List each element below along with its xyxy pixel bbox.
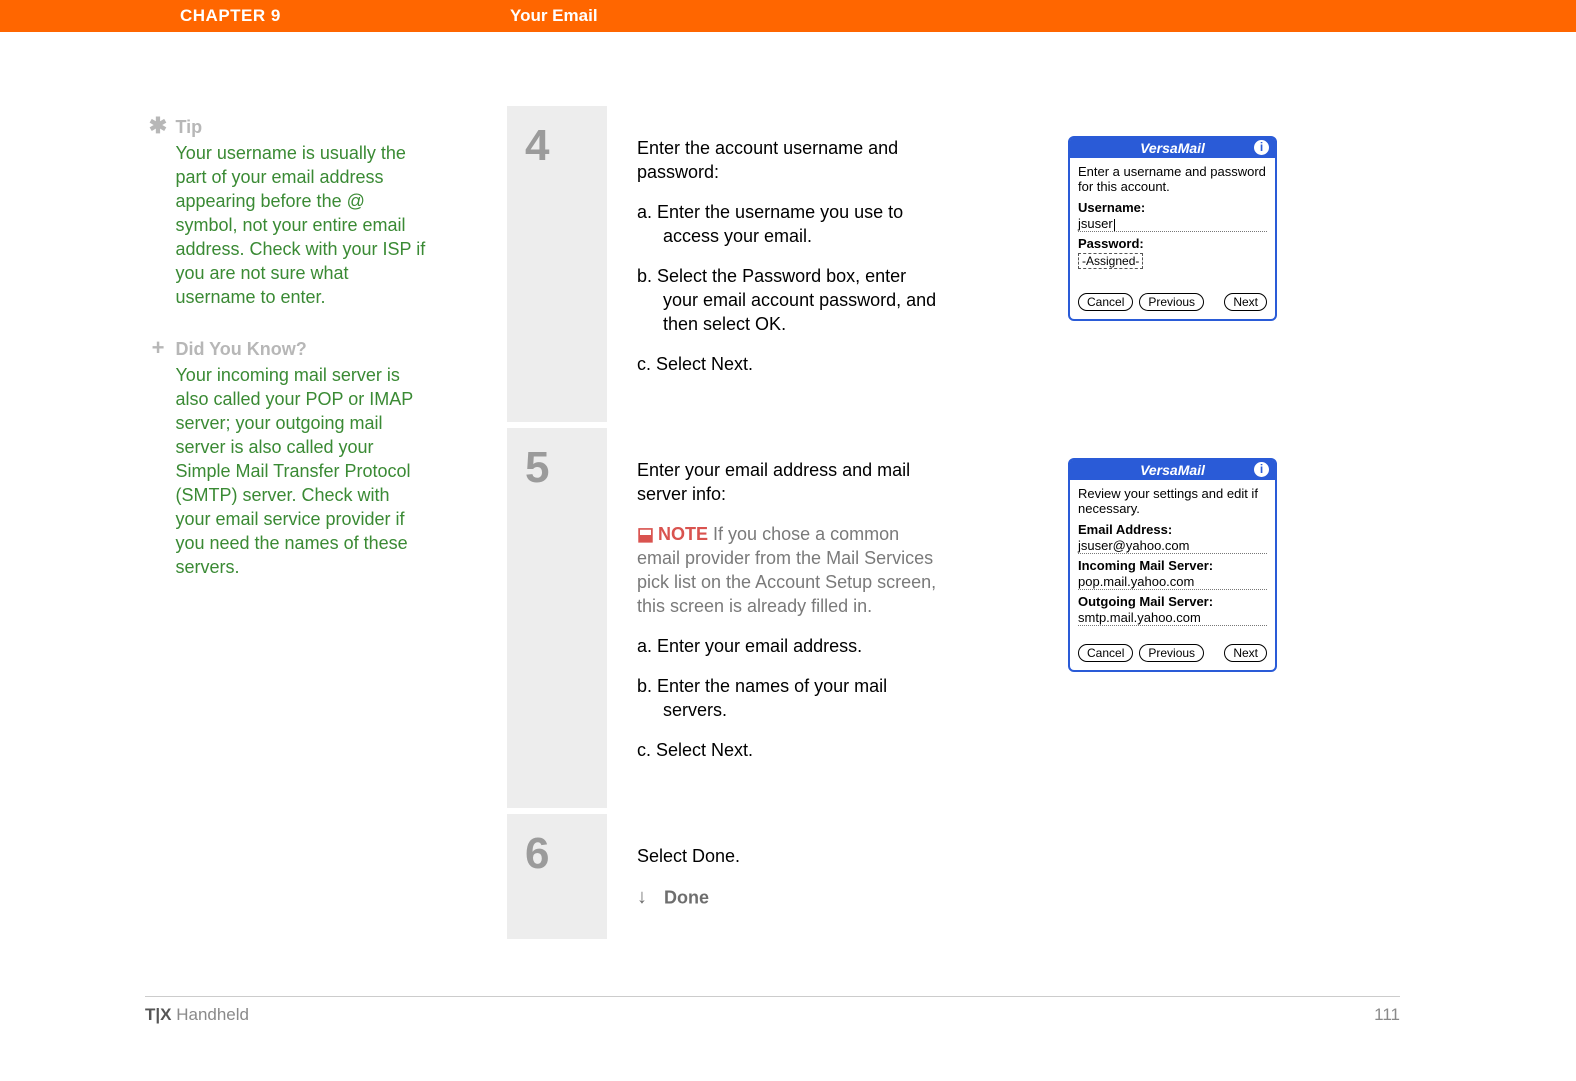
step4-lead: Enter the account username and password:	[637, 136, 937, 184]
device2-title: VersaMail	[1140, 462, 1205, 478]
step6-instructions: Select Done. ↓ Done	[637, 844, 937, 909]
username-label: Username:	[1078, 200, 1267, 215]
step-number: 6	[507, 814, 607, 879]
down-arrow-icon: ↓	[637, 885, 659, 909]
tip-heading: Tip	[175, 115, 425, 139]
sidebar: ✱ Tip Your username is usually the part …	[145, 115, 445, 607]
step-number: 4	[507, 106, 607, 171]
note-flag-icon: ⬓	[637, 524, 654, 544]
device1-title: VersaMail	[1140, 140, 1205, 156]
previous-button[interactable]: Previous	[1139, 644, 1204, 662]
next-button[interactable]: Next	[1224, 293, 1267, 311]
step4-c: c. Select Next.	[637, 352, 937, 376]
password-field[interactable]: -Assigned-	[1078, 253, 1143, 269]
done-label: Done	[664, 887, 709, 907]
step4-b: b. Select the Password box, enter your e…	[637, 264, 937, 336]
step-body: Enter your email address and mail server…	[607, 428, 1297, 808]
step-body: Enter the account username and password:…	[607, 106, 1297, 422]
device2-titlebar: VersaMail i	[1070, 460, 1275, 480]
device2-text: Review your settings and edit if necessa…	[1078, 486, 1267, 516]
didyouknow-block: + Did You Know? Your incoming mail serve…	[145, 337, 445, 579]
chapter-label: CHAPTER 9	[180, 6, 281, 26]
step4-instructions: Enter the account username and password:…	[637, 136, 937, 392]
step5-note: ⬓NOTE If you chose a common email provid…	[637, 522, 937, 618]
product-name-2: Handheld	[171, 1005, 249, 1024]
footer: T|X Handheld 111	[145, 996, 1400, 1025]
dyk-heading: Did You Know?	[175, 337, 425, 361]
cancel-button[interactable]: Cancel	[1078, 293, 1133, 311]
email-label: Email Address:	[1078, 522, 1267, 537]
info-icon: i	[1254, 462, 1269, 477]
step5-b: b. Enter the names of your mail servers.	[637, 674, 937, 722]
step-num-wrap: 6	[507, 814, 607, 939]
username-field[interactable]: jsuser	[1078, 215, 1267, 232]
device-screenshot-2: VersaMail i Review your settings and edi…	[1068, 458, 1277, 672]
page-number: 111	[1374, 1005, 1400, 1025]
email-field[interactable]: jsuser@yahoo.com	[1078, 537, 1267, 554]
username-value: jsuser	[1078, 216, 1113, 231]
asterisk-icon: ✱	[145, 115, 171, 137]
step-num-wrap: 5	[507, 428, 607, 808]
info-icon: i	[1254, 140, 1269, 155]
step5-c: c. Select Next.	[637, 738, 937, 762]
step-num-wrap: 4	[507, 106, 607, 422]
step-4: 4 Enter the account username and passwor…	[507, 106, 1297, 422]
tip-body: Your username is usually the part of you…	[175, 143, 425, 307]
device1-text: Enter a username and password for this a…	[1078, 164, 1267, 194]
password-label: Password:	[1078, 236, 1267, 251]
dyk-text: Did You Know? Your incoming mail server …	[175, 337, 425, 579]
device-screenshot-1: VersaMail i Enter a username and passwor…	[1068, 136, 1277, 321]
device1-titlebar: VersaMail i	[1070, 138, 1275, 158]
step-6: 6 Select Done. ↓ Done	[507, 814, 1297, 939]
device1-buttons: Cancel Previous Next	[1078, 293, 1267, 311]
step-body: Select Done. ↓ Done	[607, 814, 1297, 939]
step-5: 5 Enter your email address and mail serv…	[507, 428, 1297, 808]
tip-text: Tip Your username is usually the part of…	[175, 115, 425, 309]
page: CHAPTER 9 Your Email ✱ Tip Your username…	[0, 0, 1576, 1081]
cancel-button[interactable]: Cancel	[1078, 644, 1133, 662]
step4-a: a. Enter the username you use to access …	[637, 200, 937, 248]
step6-lead: Select Done.	[637, 844, 937, 868]
incoming-field[interactable]: pop.mail.yahoo.com	[1078, 573, 1267, 590]
header-bar: CHAPTER 9 Your Email	[0, 0, 1576, 32]
outgoing-label: Outgoing Mail Server:	[1078, 594, 1267, 609]
incoming-label: Incoming Mail Server:	[1078, 558, 1267, 573]
outgoing-field[interactable]: smtp.mail.yahoo.com	[1078, 609, 1267, 626]
done-row: ↓ Done	[637, 884, 937, 909]
main-steps: 4 Enter the account username and passwor…	[507, 106, 1297, 945]
device2-buttons: Cancel Previous Next	[1078, 644, 1267, 662]
step5-instructions: Enter your email address and mail server…	[637, 458, 937, 778]
note-label: NOTE	[658, 524, 708, 544]
next-button[interactable]: Next	[1224, 644, 1267, 662]
step-number: 5	[507, 428, 607, 493]
tip-block: ✱ Tip Your username is usually the part …	[145, 115, 445, 309]
text-cursor	[1114, 219, 1115, 231]
previous-button[interactable]: Previous	[1139, 293, 1204, 311]
plus-icon: +	[145, 337, 171, 359]
step5-a: a. Enter your email address.	[637, 634, 937, 658]
step5-lead: Enter your email address and mail server…	[637, 458, 937, 506]
dyk-body: Your incoming mail server is also called…	[175, 365, 412, 577]
product-name-1: T|X	[145, 1005, 171, 1024]
page-title: Your Email	[510, 6, 598, 26]
